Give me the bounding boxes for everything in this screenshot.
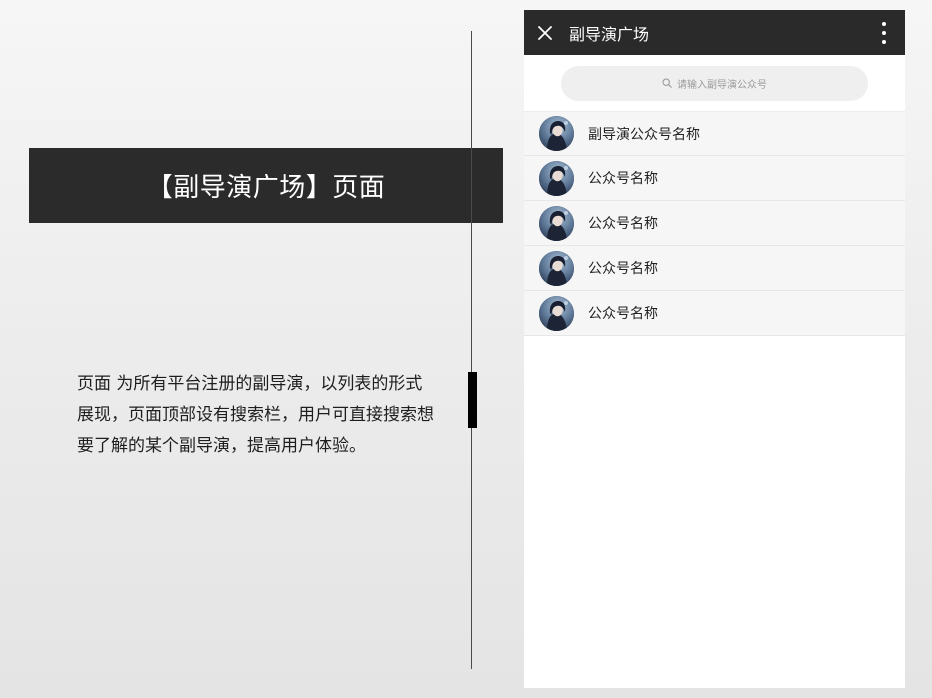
list-item[interactable]: 公众号名称 — [524, 156, 905, 201]
list-item[interactable]: 公众号名称 — [524, 201, 905, 246]
account-name: 公众号名称 — [588, 261, 658, 277]
account-name: 公众号名称 — [588, 306, 658, 322]
more-options-button[interactable] — [875, 20, 893, 46]
account-name: 公众号名称 — [588, 171, 658, 187]
search-area: 请输入副导演公众号 — [524, 55, 905, 111]
account-name: 公众号名称 — [588, 216, 658, 232]
phone-screen: 副导演广场 请输入副导演公众号 副导演公众号名称 公众号名称 公众号名称 公众号… — [524, 10, 905, 688]
avatar — [539, 295, 574, 331]
close-icon — [538, 25, 552, 40]
app-bar: 副导演广场 — [524, 10, 905, 55]
list-item[interactable]: 副导演公众号名称 — [524, 111, 905, 156]
search-input[interactable]: 请输入副导演公众号 — [561, 65, 868, 101]
divider-marker — [468, 372, 477, 428]
more-vertical-icon — [882, 22, 886, 26]
page-description: 页面 为所有平台注册的副导演，以列表的形式展现，页面顶部设有搜索栏，用户可直接搜… — [77, 374, 434, 456]
app-title: 副导演广场 — [569, 24, 650, 44]
page-title-banner: 【副导演广场】页面 — [29, 148, 503, 223]
vertical-divider — [471, 31, 472, 669]
page-title: 【副导演广场】页面 — [146, 173, 386, 203]
avatar — [539, 205, 574, 241]
account-name: 副导演公众号名称 — [588, 126, 700, 143]
account-list: 副导演公众号名称 公众号名称 公众号名称 公众号名称 公众号名称 — [524, 111, 905, 336]
search-placeholder: 请输入副导演公众号 — [677, 79, 767, 91]
avatar — [539, 250, 574, 286]
search-icon — [662, 78, 672, 88]
avatar — [539, 160, 574, 196]
list-item[interactable]: 公众号名称 — [524, 246, 905, 291]
avatar — [539, 116, 574, 151]
close-button[interactable] — [524, 10, 566, 55]
list-item[interactable]: 公众号名称 — [524, 291, 905, 336]
